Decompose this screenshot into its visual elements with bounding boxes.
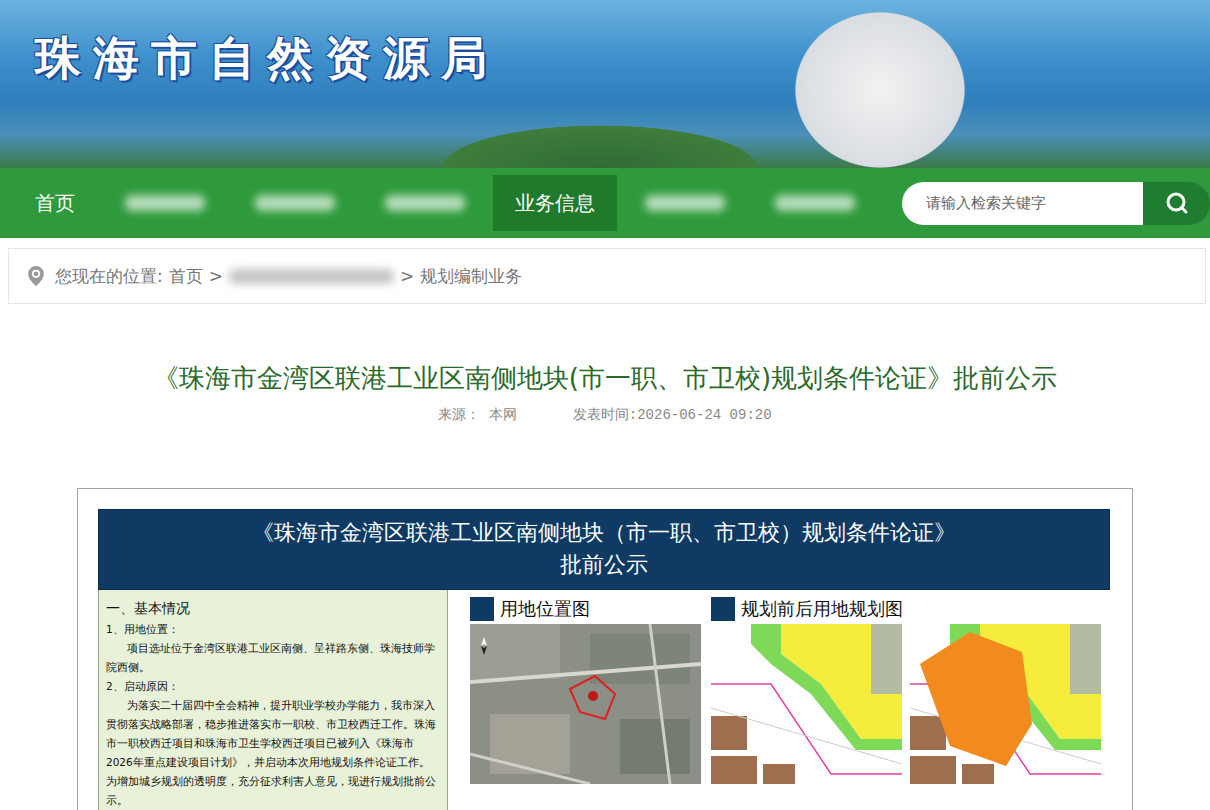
blurred-label [385,195,465,211]
section-title: 一、基本情况 [106,596,440,620]
article-meta: 来源： 本网 发表时间:2026-06-24 09:20 [0,406,1210,424]
location-pin-icon [23,263,49,289]
info-item: 2、启动原因：为落实二十届四中全会精神，提升职业学校办学能力，我市深入贯彻落实战… [106,677,440,810]
nav-bar: 首页 业务信息 [0,168,1210,238]
nav-item[interactable] [233,175,357,231]
title-mark [711,597,735,621]
figure-group: 用地位置图 [470,596,701,810]
search-input[interactable] [902,182,1143,225]
info-text: 项目选址位于金湾区联港工业区南侧、呈祥路东侧、珠海技师学院西侧。 [106,639,440,677]
notice-body: 一、基本情况1、用地位置：项目选址位于金湾区联港工业区南侧、呈祥路东侧、珠海技师… [98,590,1110,810]
blurred-label [645,195,725,211]
article-title: 《珠海市金湾区联港工业区南侧地块(市一职、市卫校)规划条件论证》批前公示 [0,360,1210,396]
figure-title: 规划前后用地规划图 [711,596,1101,622]
satellite-map [470,624,701,784]
plan-map [910,624,1101,784]
blurred-label [125,195,205,211]
notice-header: 《珠海市金湾区联港工业区南侧地块（市一职、市卫校）规划条件论证》批前公示 [98,509,1110,590]
search-button[interactable] [1143,182,1210,225]
info-item: 1、用地位置：项目选址位于金湾区联港工业区南侧、呈祥路东侧、珠海技师学院西侧。 [106,620,440,677]
plan-after-map [910,624,1101,784]
figure-group: 规划前后用地规划图 [711,596,1101,810]
breadcrumb: 您现在的位置: 首页 > > 规划编制业务 [8,248,1206,304]
info-heading: 2、启动原因： [106,677,440,696]
info-text: 为落实二十届四中全会精神，提升职业学校办学能力，我市深入贯彻落实战略部署，稳步推… [106,696,440,810]
plan-before-map [711,624,902,784]
plan-map [711,624,902,784]
notice-document: 《珠海市金湾区联港工业区南侧地块（市一职、市卫校）规划条件论证》批前公示一、基本… [77,488,1133,810]
figures-panel: 用地位置图规划前后用地规划图 [448,590,1110,810]
breadcrumb-item[interactable]: 规划编制业务 [420,265,522,288]
article-source: 来源： 本网 [438,406,516,424]
breadcrumb-separator: > [400,266,414,286]
breadcrumb-separator: > [209,266,223,286]
blurred-label [775,195,855,211]
title-mark [470,597,494,621]
figure-title: 用地位置图 [470,596,701,622]
banner: 珠海市自然资源局 [0,0,1210,168]
nav-item[interactable] [103,175,227,231]
breadcrumb-item[interactable]: 首页 [169,265,203,288]
page: 珠海市自然资源局首页 业务信息您现在的位置: 首页 > > 规划编制业务《珠海市金湾区联港… [0,0,1210,810]
nav-item[interactable] [363,175,487,231]
location-map [470,624,701,784]
search-icon [1165,191,1189,215]
breadcrumb-item[interactable] [229,269,394,284]
info-heading: 1、用地位置： [106,620,440,639]
article-time: 发表时间:2026-06-24 09:20 [573,406,772,424]
basic-info-panel: 一、基本情况1、用地位置：项目选址位于金湾区联港工业区南侧、呈祥路东侧、珠海技师… [98,590,448,810]
north-arrow-icon [481,637,487,655]
maps-row [711,624,1101,784]
nav-item[interactable]: 首页 [13,175,97,231]
site-title: 珠海市自然资源局 [35,28,499,88]
maps-row [470,624,701,784]
blurred-label [255,195,335,211]
nav-item[interactable] [753,175,877,231]
search-box [902,182,1210,225]
breadcrumb-label: 您现在的位置: [55,265,163,288]
nav-item[interactable] [623,175,747,231]
nav-item[interactable]: 业务信息 [493,175,617,231]
